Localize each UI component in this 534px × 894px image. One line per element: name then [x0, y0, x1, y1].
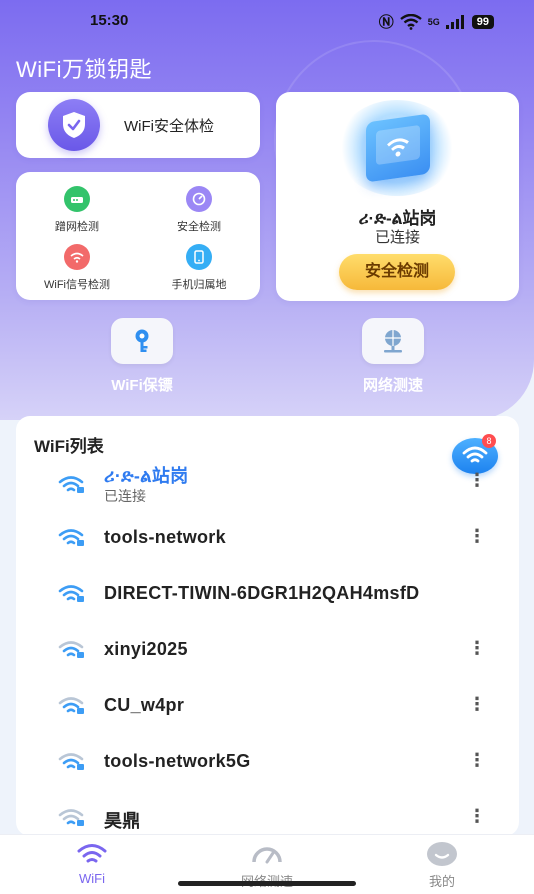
wifi-name: DIRECT-TIWIN-6DGR1H2QAH4msfD: [104, 583, 420, 603]
wifi-signal-icon: [58, 753, 84, 770]
security-scan-button[interactable]: 安全检测: [339, 254, 455, 290]
wifi-icon: [75, 841, 109, 867]
wifi-signal-icon: [58, 529, 84, 546]
wifi-name: tools-network5G: [104, 751, 251, 771]
wifi-list-item[interactable]: tools-network ⋮: [16, 510, 519, 566]
wifi-status: 已连接: [104, 488, 146, 504]
wifi-signal-icon: [58, 585, 84, 602]
signal-icon: [64, 244, 90, 270]
shield-icon: [48, 99, 100, 151]
wifi-list-item[interactable]: xinyi2025 ⋮: [16, 622, 519, 678]
router-illustration-icon: [366, 113, 430, 183]
wifi-signal-icon: [58, 641, 84, 658]
home-indicator[interactable]: [178, 881, 356, 886]
nav-label: WiFi: [79, 871, 105, 886]
tool-label: 手机归属地: [171, 279, 227, 291]
tool-anti-leech[interactable]: 蹭网检测: [16, 186, 138, 234]
tool-wifi-signal[interactable]: WiFi信号检测: [16, 244, 138, 292]
connected-device-card: ሪ·ድ-ል站岗 已连接 安全检测: [276, 92, 519, 301]
tool-phone-location[interactable]: 手机归属地: [138, 244, 260, 292]
wifi-name: xinyi2025: [104, 639, 188, 659]
wifi-security-check-card[interactable]: WiFi安全体检: [16, 92, 260, 158]
tool-security-scan[interactable]: 安全检测: [138, 186, 260, 234]
phone-icon: [186, 244, 212, 270]
quick-action-label: WiFi保镖: [111, 377, 173, 394]
wifi-signal-icon: [58, 809, 84, 826]
wifi-list-title: WiFi列表: [34, 437, 104, 456]
more-options-icon[interactable]: ⋮: [468, 526, 486, 547]
security-check-label: WiFi安全体检: [124, 117, 214, 135]
tools-card: 蹭网检测 安全检测 WiFi信号检测 手机归属地: [16, 172, 260, 300]
quick-action-speed-test[interactable]: 网络测速: [333, 318, 453, 395]
more-options-icon[interactable]: ⋮: [468, 750, 486, 771]
wifi-name: CU_w4pr: [104, 695, 185, 715]
network-globe-icon: [362, 318, 424, 364]
notification-badge: 8: [482, 434, 496, 448]
profile-icon: [425, 841, 459, 867]
cell-signal-icon: [445, 14, 464, 29]
tool-label: WiFi信号检测: [44, 279, 110, 291]
status-time: 15:30: [90, 12, 129, 29]
app-title: WiFi万锁钥匙: [16, 57, 152, 82]
tool-label: 安全检测: [177, 221, 221, 233]
nav-tab-wifi[interactable]: WiFi: [32, 841, 152, 886]
more-options-icon[interactable]: ⋮: [468, 638, 486, 659]
tool-label: 蹭网检测: [55, 221, 99, 233]
network-type: 5G: [427, 16, 440, 27]
more-options-icon[interactable]: ⋮: [468, 806, 486, 827]
status-icons: Ⓝ 5G 99: [379, 11, 494, 32]
wifi-list-item[interactable]: ሪ·ድ-ል站岗 已连接 ⋮: [16, 456, 519, 514]
quick-action-wifi-guard[interactable]: WiFi保镖: [82, 318, 202, 395]
wifi-list-item[interactable]: CU_w4pr ⋮: [16, 678, 519, 734]
wifi-signal-icon: [58, 476, 84, 493]
wifi-status-icon: [399, 13, 422, 30]
router-icon: [64, 186, 90, 212]
more-options-icon[interactable]: ⋮: [468, 694, 486, 715]
status-bar: 15:30 Ⓝ 5G 99: [0, 0, 534, 42]
battery-indicator: 99: [471, 14, 494, 29]
speedometer-icon: [250, 841, 284, 867]
wifi-list-item[interactable]: tools-network5G ⋮: [16, 734, 519, 790]
key-icon: [111, 318, 173, 364]
device-status: 已连接: [374, 229, 420, 246]
quick-action-label: 网络测速: [362, 377, 423, 394]
gauge-icon: [186, 186, 212, 212]
wifi-list-card: WiFi列表 8 ሪ·ድ-ል站岗 已连接 ⋮ tools-network ⋮ D…: [16, 416, 519, 836]
wifi-list-item[interactable]: 昊鼎 ⋮: [16, 790, 519, 836]
wifi-name: tools-network: [104, 527, 226, 547]
nav-label: 我的: [428, 874, 455, 889]
nfc-icon: Ⓝ: [378, 14, 394, 31]
wifi-list-item[interactable]: DIRECT-TIWIN-6DGR1H2QAH4msfD: [16, 566, 519, 622]
wifi-name: 昊鼎: [104, 811, 141, 831]
nav-tab-profile[interactable]: 我的: [382, 841, 502, 890]
wifi-signal-icon: [58, 697, 84, 714]
wifi-name: ሪ·ድ-ል站岗: [104, 466, 189, 486]
more-options-icon[interactable]: ⋮: [468, 470, 486, 491]
